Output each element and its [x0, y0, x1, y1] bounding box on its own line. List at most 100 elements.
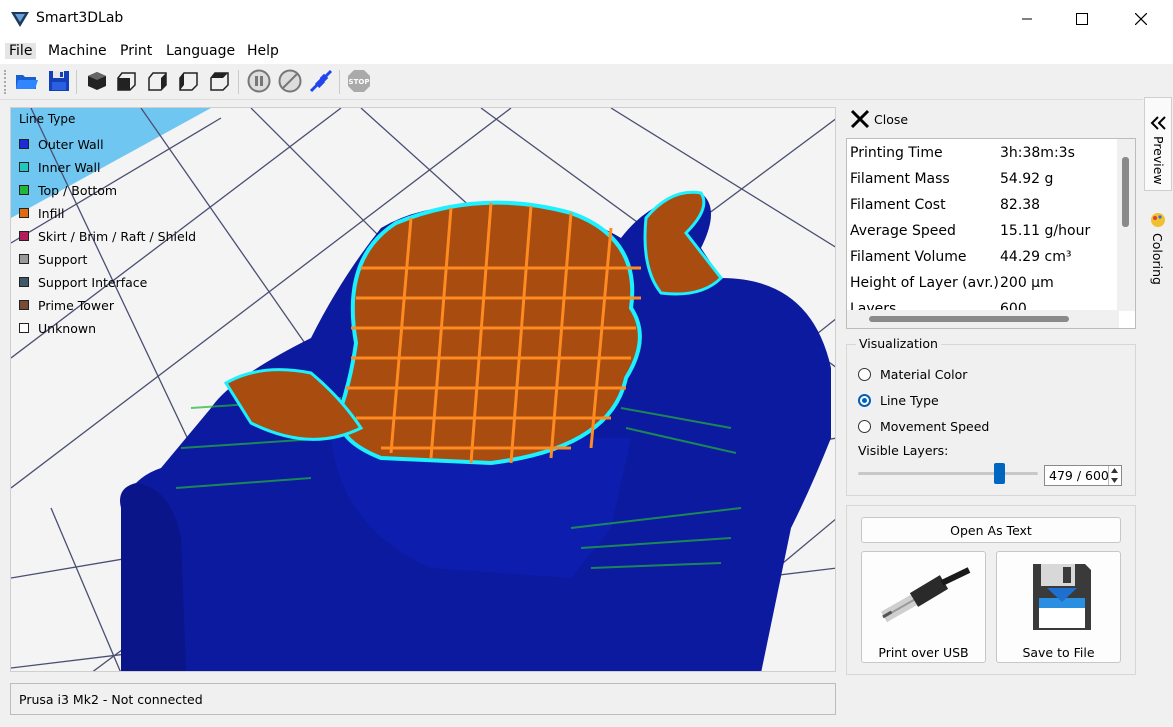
legend-swatch: [19, 277, 29, 287]
visualization-option[interactable]: Movement Speed: [858, 416, 989, 436]
connect-plug-icon[interactable]: [308, 68, 334, 94]
minimize-button[interactable]: [1004, 0, 1050, 38]
visible-layers-spinbox[interactable]: 479 / 600: [1044, 465, 1122, 486]
scroll-thumb[interactable]: [869, 316, 1069, 322]
paint-palette-icon: [1151, 213, 1165, 227]
visualization-title: Visualization: [856, 336, 941, 351]
info-label: Filament Cost: [850, 197, 946, 213]
spin-up-icon[interactable]: [1109, 466, 1120, 475]
cancel-icon[interactable]: [277, 68, 303, 94]
radio-button[interactable]: [858, 367, 871, 381]
close-window-button[interactable]: [1118, 0, 1164, 38]
info-row: Height of Layer (avr.) 200 μm: [850, 271, 1120, 297]
toolbar: STOP: [0, 64, 1173, 100]
menu-help[interactable]: Help: [247, 43, 279, 59]
open-as-text-label: Open As Text: [950, 523, 1032, 538]
save-to-file-label: Save to File: [1022, 645, 1095, 660]
stop-text: STOP: [349, 78, 370, 86]
cube-view-front-icon[interactable]: [114, 68, 140, 94]
legend-swatch: [19, 208, 29, 218]
menu-file[interactable]: File: [5, 43, 37, 59]
info-label: Filament Volume: [850, 249, 967, 265]
save-disk-icon[interactable]: [46, 68, 72, 94]
menu-machine[interactable]: Machine: [48, 43, 107, 59]
info-value: 82.38: [1000, 197, 1041, 213]
cube-view-left-icon[interactable]: [176, 68, 202, 94]
menu-bar: File Machine Print Language Help: [0, 38, 1173, 64]
legend-item: Outer Wall: [19, 134, 104, 154]
info-row: Filament Cost 82.38: [850, 193, 1120, 219]
legend-item: Support Interface: [19, 272, 147, 292]
scroll-thumb[interactable]: [1122, 157, 1129, 227]
legend-swatch: [19, 323, 29, 333]
info-vertical-scrollbar[interactable]: [1117, 139, 1135, 311]
open-as-text-button[interactable]: Open As Text: [861, 517, 1121, 543]
legend-item: Prime Tower: [19, 295, 114, 315]
title-bar: Smart3DLab: [0, 0, 1173, 38]
legend-item: Inner Wall: [19, 157, 101, 177]
gcode-preview-scene: [11, 108, 835, 671]
floppy-disk-icon: [1033, 564, 1091, 630]
info-value: 3h:38m:3s: [1000, 145, 1075, 161]
spin-buttons[interactable]: [1108, 466, 1121, 485]
open-folder-icon[interactable]: [14, 68, 40, 94]
legend-item: Top / Bottom: [19, 180, 117, 200]
status-bar: Prusa i3 Mk2 - Not connected: [10, 683, 836, 715]
radio-label: Line Type: [880, 392, 939, 408]
visualization-option[interactable]: Line Type: [858, 390, 939, 410]
menu-print[interactable]: Print: [120, 43, 152, 59]
radio-label: Material Color: [880, 366, 968, 382]
side-tab-bar: Preview Coloring: [1143, 97, 1173, 727]
spin-down-icon[interactable]: [1109, 476, 1120, 485]
legend-label: Top / Bottom: [38, 182, 118, 198]
save-to-file-button[interactable]: Save to File: [996, 551, 1121, 663]
legend-label: Support Interface: [38, 274, 148, 290]
info-row: Average Speed 15.11 g/hour: [850, 219, 1120, 245]
radio-button[interactable]: [858, 393, 871, 407]
cube-view-iso-icon[interactable]: [84, 68, 110, 94]
window-title: Smart3DLab: [36, 10, 124, 26]
close-panel-button[interactable]: Close: [850, 108, 908, 130]
visualization-option[interactable]: Material Color: [858, 364, 967, 384]
3d-viewport[interactable]: Line Type Outer Wall Inner Wall Top / Bott…: [10, 107, 836, 672]
info-value: 54.92 g: [1000, 171, 1054, 187]
toolbar-grip[interactable]: [4, 70, 9, 94]
toolbar-separator: [238, 70, 239, 94]
info-row: Filament Mass 54.92 g: [850, 167, 1120, 193]
legend-item: Unknown: [19, 318, 96, 338]
legend-label: Unknown: [38, 320, 97, 336]
legend-swatch: [19, 231, 29, 241]
legend-label: Inner Wall: [38, 159, 101, 175]
cube-view-side-icon[interactable]: [145, 68, 171, 94]
close-icon: [1135, 13, 1147, 25]
radio-button[interactable]: [858, 419, 871, 433]
visible-layers-slider[interactable]: [858, 472, 1038, 475]
cube-view-right-icon[interactable]: [207, 68, 233, 94]
info-label: Average Speed: [850, 223, 956, 239]
legend-label: Support: [38, 251, 88, 267]
tab-coloring[interactable]: Coloring: [1144, 205, 1172, 295]
info-label: Filament Mass: [850, 171, 950, 187]
legend-title: Line Type: [19, 112, 76, 126]
print-over-usb-button[interactable]: Print over USB: [861, 551, 986, 663]
menu-language[interactable]: Language: [166, 43, 235, 59]
pause-icon[interactable]: [246, 68, 272, 94]
toolbar-separator: [76, 70, 77, 94]
legend-item: Skirt / Brim / Raft / Shield: [19, 226, 196, 246]
info-horizontal-scrollbar[interactable]: [847, 310, 1119, 328]
tab-preview[interactable]: Preview: [1144, 97, 1172, 191]
info-row: Printing Time 3h:38m:3s: [850, 141, 1120, 167]
info-label: Height of Layer (avr.): [850, 275, 999, 291]
connection-status: Prusa i3 Mk2 - Not connected: [19, 692, 203, 707]
stop-icon[interactable]: STOP: [346, 68, 372, 94]
toolbar-separator: [339, 70, 340, 94]
legend-item: Support: [19, 249, 87, 269]
radio-label: Movement Speed: [880, 418, 990, 434]
slider-handle[interactable]: [994, 463, 1005, 484]
print-info-list[interactable]: Printing Time 3h:38m:3s Filament Mass 54.92…: [846, 138, 1136, 329]
maximize-button[interactable]: [1059, 0, 1105, 38]
legend-swatch: [19, 162, 29, 172]
visible-layers-value: 479 / 600: [1049, 468, 1109, 483]
legend-swatch: [19, 139, 29, 149]
tab-coloring-label: Coloring: [1150, 233, 1165, 285]
